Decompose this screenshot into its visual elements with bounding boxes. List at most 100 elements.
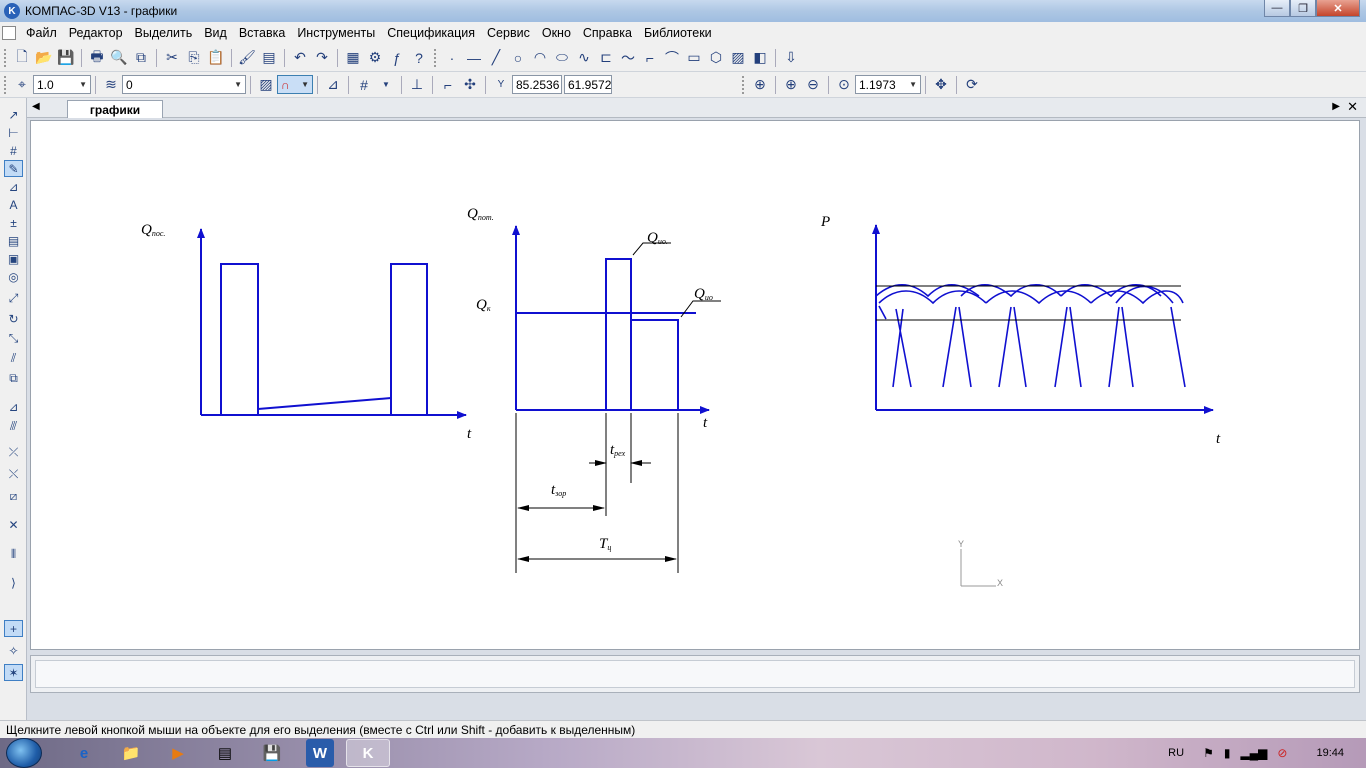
- scale-tool-icon[interactable]: ⤡: [4, 330, 23, 347]
- zoom-in-icon[interactable]: ⊕: [781, 75, 801, 95]
- spline-icon[interactable]: ∿: [574, 48, 594, 68]
- clock[interactable]: 19:44: [1316, 747, 1344, 759]
- tab-scroll-left-icon[interactable]: ◀: [32, 101, 40, 112]
- copy-tool-icon[interactable]: ⧉: [4, 370, 23, 387]
- dimensions-tool-icon[interactable]: ⊢: [4, 124, 23, 141]
- zoom-select[interactable]: 1.1973 ▼: [855, 75, 921, 94]
- pan-icon[interactable]: ✥: [931, 75, 951, 95]
- break-tool-icon[interactable]: ⫻: [4, 418, 23, 435]
- menu-file[interactable]: Файл: [20, 26, 63, 40]
- geometry-tool-icon[interactable]: ↗: [4, 106, 23, 123]
- local-cs-icon[interactable]: ⊿: [323, 75, 343, 95]
- orthogonal-icon[interactable]: ⊥: [407, 75, 427, 95]
- menu-help[interactable]: Справка: [577, 26, 638, 40]
- menu-specification[interactable]: Спецификация: [381, 26, 481, 40]
- word-taskbar-icon[interactable]: W: [306, 739, 334, 767]
- calculator-taskbar-icon[interactable]: ▤: [203, 739, 247, 767]
- zoom-out-icon[interactable]: ⊖: [803, 75, 823, 95]
- auxiliary-line-icon[interactable]: —: [464, 48, 484, 68]
- parametrization-icon[interactable]: ⊿: [4, 178, 23, 195]
- rotate-tool-icon[interactable]: ↻: [4, 310, 23, 327]
- print-preview-icon[interactable]: 🔍: [109, 48, 129, 68]
- media-player-taskbar-icon[interactable]: ▶: [156, 739, 200, 767]
- ie-taskbar-icon[interactable]: e: [62, 739, 106, 767]
- battery-icon[interactable]: ▮: [1224, 746, 1231, 760]
- trim-tool-icon[interactable]: ⤫: [4, 444, 23, 461]
- volume-muted-icon[interactable]: ⊘: [1277, 746, 1287, 760]
- polyline-icon[interactable]: ⊏: [596, 48, 616, 68]
- fillet-icon[interactable]: ⌒: [662, 48, 682, 68]
- explorer-taskbar-icon[interactable]: 📁: [109, 739, 153, 767]
- extend-tool-icon[interactable]: ⤬: [4, 466, 23, 483]
- menu-window[interactable]: Окно: [536, 26, 577, 40]
- cut-icon[interactable]: ✂: [162, 48, 182, 68]
- ellipse-icon[interactable]: ⬭: [552, 48, 572, 68]
- selection-mode-icon[interactable]: ✶: [4, 664, 23, 681]
- kompas-taskbar-icon[interactable]: K: [346, 739, 390, 767]
- polygon-icon[interactable]: ⬡: [706, 48, 726, 68]
- document-system-icon[interactable]: [2, 26, 16, 40]
- measure-tool-icon[interactable]: ±: [4, 214, 23, 231]
- color-icon[interactable]: ▨: [256, 75, 276, 95]
- format-brush-icon[interactable]: 🖌: [237, 48, 257, 68]
- language-indicator[interactable]: RU: [1168, 747, 1184, 759]
- help-pointer-icon[interactable]: ?: [409, 48, 429, 68]
- start-button[interactable]: [6, 738, 42, 768]
- export-icon[interactable]: ⇩: [781, 48, 801, 68]
- open-icon[interactable]: 📂: [34, 48, 54, 68]
- redo-icon[interactable]: ↷: [312, 48, 332, 68]
- paste-icon[interactable]: 📋: [206, 48, 226, 68]
- print-icon[interactable]: 🖶: [87, 48, 107, 68]
- library-manager-icon[interactable]: ▦: [343, 48, 363, 68]
- network-icon[interactable]: ▂▄▆: [1240, 746, 1267, 760]
- step-icon[interactable]: ⌖: [12, 75, 32, 95]
- minimize-button[interactable]: —: [1264, 0, 1290, 17]
- restore-button[interactable]: ❐: [1290, 0, 1316, 17]
- save-icon[interactable]: 💾: [56, 48, 76, 68]
- fill-icon[interactable]: ◧: [750, 48, 770, 68]
- move-tool-icon[interactable]: ⤢: [4, 290, 23, 307]
- circle-icon[interactable]: ○: [508, 48, 528, 68]
- flag-icon[interactable]: ⚑: [1203, 746, 1214, 760]
- chamfer-icon[interactable]: ⌐: [640, 48, 660, 68]
- align-tool-icon[interactable]: ⫴: [4, 546, 23, 563]
- deform-tool-icon[interactable]: ⊿: [4, 398, 23, 415]
- edit-points-icon[interactable]: ✧: [4, 642, 23, 659]
- toolbar-grip[interactable]: [4, 48, 7, 67]
- undo-icon[interactable]: ↶: [290, 48, 310, 68]
- toolbar-grip[interactable]: [434, 48, 437, 67]
- grid-icon[interactable]: #: [354, 75, 374, 95]
- close-button[interactable]: ✕: [1316, 0, 1360, 17]
- toolbar-grip[interactable]: [742, 75, 745, 94]
- menu-libraries[interactable]: Библиотеки: [638, 26, 718, 40]
- reports-tool-icon[interactable]: ◎: [4, 268, 23, 285]
- properties-icon[interactable]: ▤: [259, 48, 279, 68]
- variables-icon[interactable]: ⚙: [365, 48, 385, 68]
- menu-select[interactable]: Выделить: [129, 26, 199, 40]
- macro-tool-icon[interactable]: ⟩: [4, 574, 23, 591]
- toolbar-grip[interactable]: [4, 75, 7, 94]
- edit-tool-icon[interactable]: ✎: [4, 160, 23, 177]
- line-style-select[interactable]: 1.0 ▼: [33, 75, 91, 94]
- layer-select[interactable]: 0 ▼: [122, 75, 246, 94]
- dropdown-arrow-icon[interactable]: ▼: [376, 75, 396, 95]
- point-snap-icon[interactable]: +: [4, 620, 23, 637]
- spec-tool-icon[interactable]: ▣: [4, 250, 23, 267]
- menu-service[interactable]: Сервис: [481, 26, 536, 40]
- tab-close-icon[interactable]: ✕: [1347, 99, 1358, 115]
- menu-editor[interactable]: Редактор: [63, 26, 129, 40]
- new-document-icon[interactable]: 🗋: [12, 48, 32, 68]
- snap-settings-icon[interactable]: ✣: [460, 75, 480, 95]
- grid-tool-icon[interactable]: #: [4, 142, 23, 159]
- menu-view[interactable]: Вид: [198, 26, 233, 40]
- tab-document[interactable]: графики: [67, 100, 163, 118]
- hatch-icon[interactable]: ▨: [728, 48, 748, 68]
- segment-icon[interactable]: ╱: [486, 48, 506, 68]
- select-tool-icon[interactable]: ▤: [4, 232, 23, 249]
- tab-scroll-right-icon[interactable]: ▶: [1332, 101, 1340, 112]
- refresh-icon[interactable]: ⟳: [962, 75, 982, 95]
- rectangle-icon[interactable]: ▭: [684, 48, 704, 68]
- manager-icon[interactable]: ⧉: [131, 48, 151, 68]
- function-icon[interactable]: ƒ: [387, 48, 407, 68]
- menu-insert[interactable]: Вставка: [233, 26, 291, 40]
